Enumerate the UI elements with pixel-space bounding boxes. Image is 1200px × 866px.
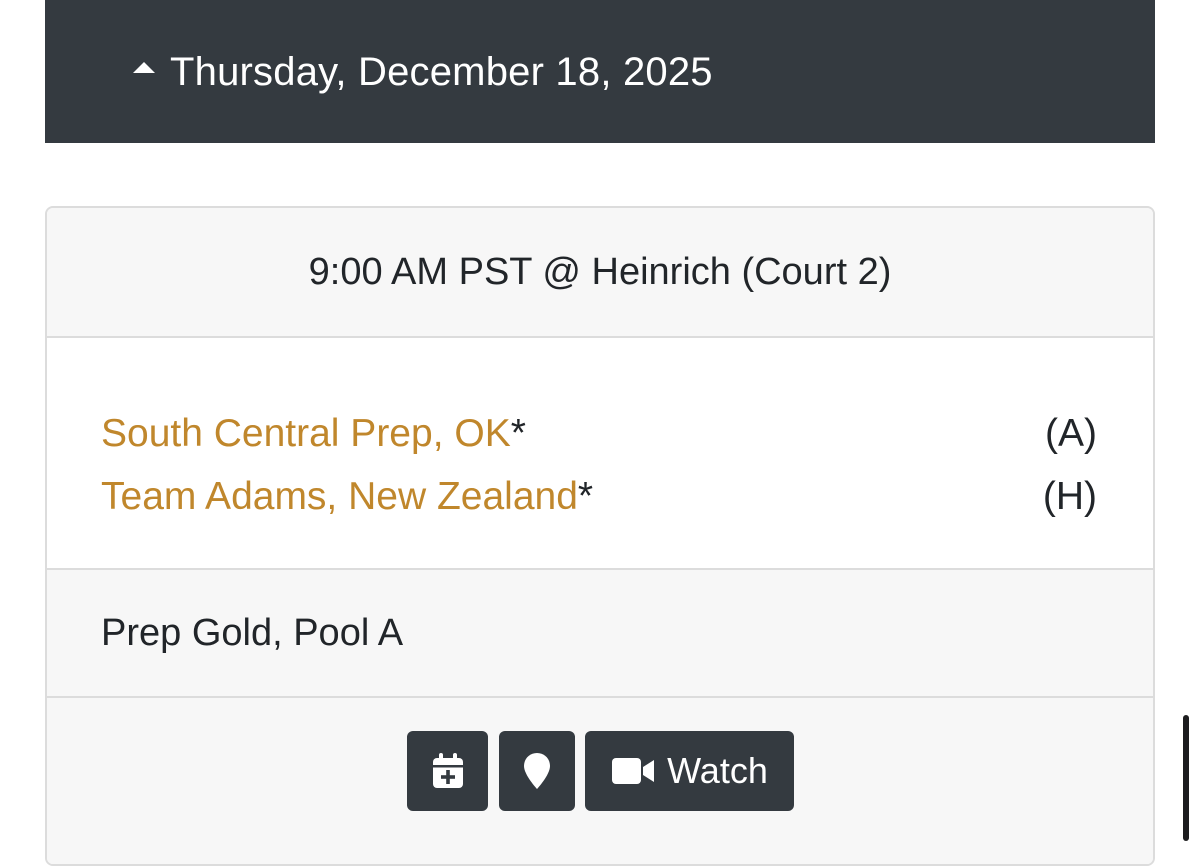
watch-label: Watch <box>667 750 768 791</box>
watch-button[interactable]: Watch <box>585 731 794 811</box>
calendar-plus-icon <box>432 753 463 788</box>
team-name-wrapper: Team Adams, New Zealand* <box>101 475 593 519</box>
team-side-away: (A) <box>1045 411 1097 455</box>
team-marker: * <box>510 411 526 455</box>
game-teams: South Central Prep, OK* (A) Team Adams, … <box>47 338 1153 570</box>
date-section-header[interactable]: Thursday, December 18, 2025 <box>45 0 1155 143</box>
caret-up-icon <box>133 62 155 73</box>
team-link-away[interactable]: South Central Prep, OK <box>101 412 511 455</box>
team-marker: * <box>577 474 594 518</box>
scrollbar-thumb[interactable] <box>1183 715 1189 841</box>
team-row-away: South Central Prep, OK* (A) <box>101 402 1097 465</box>
time-location-text: 9:00 AM PST @ Heinrich (Court 2) <box>308 250 892 293</box>
add-to-calendar-button[interactable] <box>407 731 488 811</box>
game-time-location: 9:00 AM PST @ Heinrich (Court 2) <box>47 208 1153 338</box>
team-name-wrapper: South Central Prep, OK* <box>101 412 526 456</box>
map-location-button[interactable] <box>499 731 575 811</box>
video-camera-icon <box>612 758 655 784</box>
team-link-home[interactable]: Team Adams, New Zealand <box>101 475 578 518</box>
date-title: Thursday, December 18, 2025 <box>170 50 713 94</box>
pool-info: Prep Gold, Pool A <box>47 570 1153 698</box>
pool-text: Prep Gold, Pool A <box>101 611 404 654</box>
game-card: 9:00 AM PST @ Heinrich (Court 2) South C… <box>45 206 1155 866</box>
team-row-home: Team Adams, New Zealand* (H) <box>101 465 1097 528</box>
team-side-home: (H) <box>1042 474 1097 518</box>
map-marker-icon <box>524 753 550 789</box>
